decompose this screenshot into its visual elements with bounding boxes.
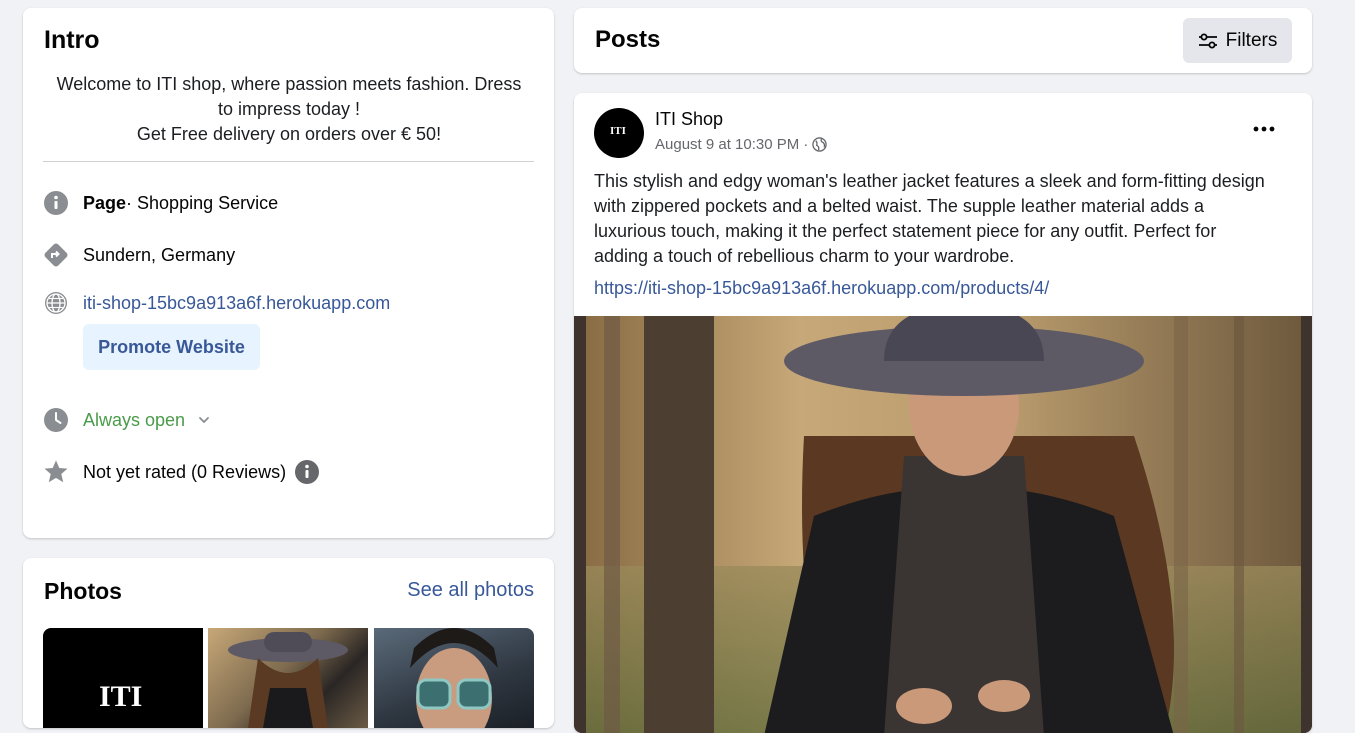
bio-line: Welcome to ITI shop, where passion meets… [56, 74, 522, 94]
post-text: This stylish and edgy woman's leather ja… [594, 169, 1296, 269]
photo-thumb-sunglasses[interactable] [374, 628, 534, 728]
chevron-down-icon[interactable] [197, 413, 211, 427]
intro-card: Intro Welcome to ITI shop, where passion… [23, 8, 554, 538]
see-all-photos-link[interactable]: See all photos [407, 579, 534, 602]
bio-line: Get Free delivery on orders over € 50! [136, 124, 442, 144]
post-card: ITI ITI Shop August 9 at 10:30 PM · This… [574, 93, 1312, 733]
photo-thumb-jacket[interactable] [208, 628, 368, 728]
page-category-row: Page · Shopping Service [43, 190, 278, 216]
woman-sunglasses-photo-art [410, 628, 498, 728]
location-text: Sundern, Germany [83, 244, 236, 265]
rating-info-icon[interactable] [294, 459, 320, 485]
rating-row: Not yet rated (0 Reviews) [43, 459, 320, 485]
website-row: iti-shop-15bc9a913a6f.herokuapp.com [43, 290, 390, 316]
woman-hat-photo-art [228, 632, 348, 728]
woman-leather-jacket-photo [574, 316, 1312, 733]
posts-header-card: Posts Filters [574, 8, 1312, 73]
intro-bio: Welcome to ITI shop, where passion meets… [44, 72, 534, 147]
filters-icon [1198, 32, 1218, 50]
post-image[interactable] [574, 316, 1312, 733]
post-date[interactable]: August 9 at 10:30 PM · [655, 136, 808, 153]
post-text-line: with zippered pockets and a belted waist… [594, 196, 1205, 216]
photos-title: Photos [44, 578, 122, 604]
globe-icon [812, 137, 828, 152]
promote-website-button[interactable]: Promote Website [83, 324, 260, 370]
intro-divider [43, 161, 534, 162]
website-link[interactable]: iti-shop-15bc9a913a6f.herokuapp.com [83, 293, 390, 314]
directions-icon [43, 242, 69, 268]
hours-text: Always open [83, 409, 186, 430]
post-meta: August 9 at 10:30 PM · [655, 136, 828, 153]
post-text-line: adding a touch of rebellious charm to yo… [594, 246, 1015, 266]
page-label: Page [83, 192, 127, 213]
filters-button[interactable]: Filters [1183, 18, 1292, 63]
hours-row[interactable]: Always open [43, 407, 211, 433]
avatar-logo-text: ITI [610, 125, 626, 137]
photos-card: Photos See all photos ITI [23, 558, 554, 728]
rating-text: Not yet rated (0 Reviews) [83, 461, 287, 482]
filters-label: Filters [1225, 29, 1278, 51]
post-text-line: This stylish and edgy woman's leather ja… [594, 171, 1265, 191]
post-text-line: luxurious touch, making it the perfect s… [594, 221, 1217, 241]
clock-icon [43, 407, 69, 433]
intro-title: Intro [44, 26, 100, 54]
photo-thumb-logo[interactable]: ITI [43, 628, 203, 728]
location-row: Sundern, Germany [43, 242, 235, 268]
globe-icon [43, 290, 69, 316]
logo-text: ITI [99, 680, 143, 713]
post-author[interactable]: ITI Shop [655, 109, 723, 130]
more-options-icon[interactable] [1250, 119, 1278, 139]
star-icon [43, 459, 69, 485]
avatar[interactable]: ITI [594, 108, 644, 158]
info-icon [43, 190, 69, 216]
bio-line: to impress today ! [217, 99, 361, 119]
page-category: · Shopping Service [126, 192, 279, 213]
post-product-link[interactable]: https://iti-shop-15bc9a913a6f.herokuapp.… [594, 278, 1049, 299]
posts-title: Posts [595, 26, 661, 53]
